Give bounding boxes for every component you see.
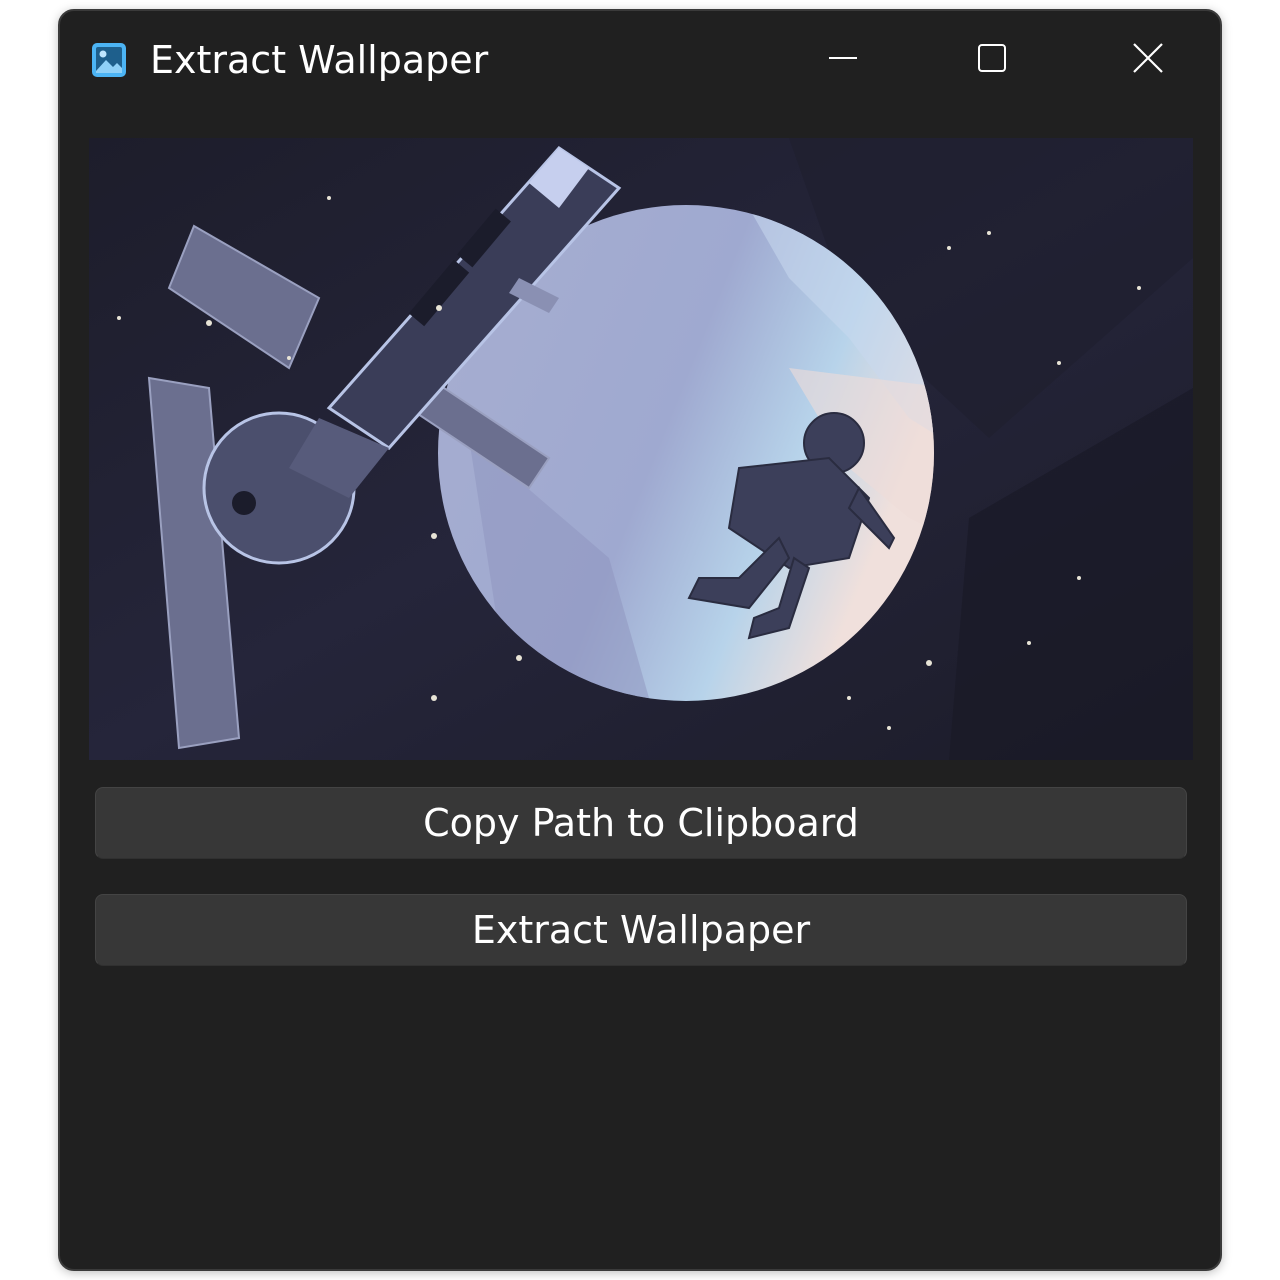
maximize-button[interactable] [942, 25, 1042, 95]
close-button[interactable] [1098, 25, 1198, 95]
image-icon [90, 41, 128, 79]
copy-path-button[interactable]: Copy Path to Clipboard [95, 787, 1187, 859]
minimize-button[interactable] [793, 25, 893, 95]
minimize-icon [828, 43, 858, 77]
wallpaper-preview-image [89, 138, 1193, 760]
window-title: Extract Wallpaper [150, 38, 489, 82]
maximize-icon [977, 43, 1007, 77]
extract-wallpaper-button[interactable]: Extract Wallpaper [95, 894, 1187, 966]
close-icon [1132, 42, 1164, 78]
wallpaper-preview [89, 138, 1193, 760]
title-bar[interactable]: Extract Wallpaper [60, 11, 1220, 111]
app-window: Extract Wallpaper Copy Path to Clipboard… [58, 9, 1222, 1271]
